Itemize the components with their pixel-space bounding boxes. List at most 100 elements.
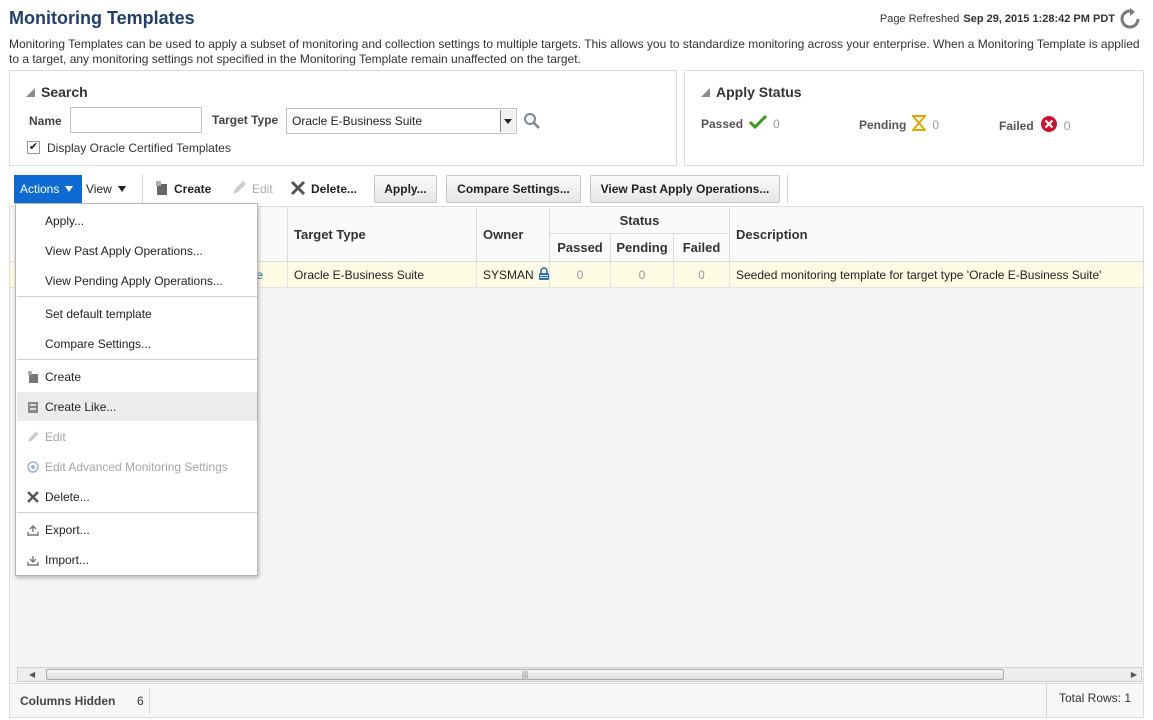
- edit-label: Edit: [252, 182, 273, 196]
- lock-icon: [538, 266, 550, 284]
- column-header-owner[interactable]: Owner: [477, 207, 550, 262]
- total-rows: Total Rows: 1: [1058, 691, 1131, 705]
- pending-label: Pending: [859, 117, 907, 132]
- menu-item-label: Delete...: [45, 489, 90, 504]
- menu-item-label: View Pending Apply Operations...: [45, 273, 223, 288]
- menu-item-label: Export...: [45, 522, 90, 537]
- edit-button[interactable]: Edit: [231, 175, 273, 203]
- target-type-select[interactable]: Oracle E-Business Suite: [286, 108, 517, 134]
- actions-label: Actions: [20, 182, 60, 196]
- x-icon: [26, 490, 40, 504]
- view-past-apply-operations-button[interactable]: View Past Apply Operations...: [590, 175, 780, 203]
- menu-item-compare-settings[interactable]: Compare Settings...: [17, 329, 257, 358]
- apply-button[interactable]: Apply...: [374, 175, 437, 203]
- search-panel: Search Name Target Type Oracle E-Busines…: [9, 70, 677, 166]
- pencil-icon: [26, 430, 40, 444]
- passed-count[interactable]: 0: [773, 117, 780, 131]
- menu-item-label: Apply...: [45, 213, 85, 228]
- menu-item-delete[interactable]: Delete...: [17, 482, 257, 511]
- name-label: Name: [29, 114, 62, 128]
- collapse-triangle-icon: [701, 87, 710, 97]
- intro-text: Monitoring Templates can be used to appl…: [9, 37, 1140, 66]
- menu-item-import[interactable]: Import...: [17, 545, 257, 574]
- menu-item-label: Edit Advanced Monitoring Settings: [45, 459, 228, 474]
- column-header-status: Status: [550, 207, 730, 234]
- apply-status-header[interactable]: Apply Status: [701, 84, 802, 100]
- passed-label: Passed: [701, 116, 744, 131]
- horizontal-scrollbar[interactable]: ◀ ||| ▶: [17, 667, 1142, 682]
- menu-item-create-like[interactable]: Create Like...: [17, 392, 257, 421]
- dropdown-arrow-icon[interactable]: [500, 110, 515, 132]
- menu-divider: [17, 359, 257, 360]
- column-header-passed[interactable]: Passed: [550, 234, 611, 262]
- error-circle-icon: [1040, 115, 1058, 136]
- row-pending[interactable]: 0: [611, 262, 674, 288]
- toolbar: Actions View Create Edit Delete... Apply…: [9, 171, 1144, 207]
- menu-item-label: Create: [45, 369, 82, 384]
- menu-item-apply[interactable]: Apply...: [17, 206, 257, 235]
- menu-item-set-default-template[interactable]: Set default template: [17, 299, 257, 328]
- page-title: Monitoring Templates: [9, 8, 195, 28]
- view-label: View: [86, 182, 112, 196]
- delete-label: Delete...: [311, 182, 358, 196]
- row-owner: SYSMAN: [483, 268, 534, 282]
- create-icon: [155, 180, 169, 199]
- target-icon: [26, 460, 40, 474]
- column-header-pending[interactable]: Pending: [611, 234, 674, 262]
- delete-button[interactable]: Delete...: [290, 175, 357, 203]
- target-type-value: Oracle E-Business Suite: [292, 114, 423, 128]
- name-input[interactable]: [70, 107, 202, 133]
- column-header-target-type[interactable]: Target Type: [288, 207, 477, 262]
- column-header-failed[interactable]: Failed: [674, 234, 730, 262]
- menu-item-create[interactable]: Create: [17, 362, 257, 391]
- footer-divider: [149, 688, 150, 714]
- compare-settings-button[interactable]: Compare Settings...: [446, 175, 581, 203]
- search-icon[interactable]: [522, 111, 542, 131]
- chevron-down-icon: [65, 186, 74, 192]
- search-header[interactable]: Search: [26, 84, 88, 100]
- refresh-icon[interactable]: [1119, 8, 1141, 30]
- footer-divider: [1046, 684, 1047, 718]
- menu-item-label: View Past Apply Operations...: [45, 243, 203, 258]
- row-description: Seeded monitoring template for target ty…: [736, 268, 1102, 282]
- hourglass-icon: [911, 115, 928, 134]
- certified-checkbox[interactable]: ✔: [27, 141, 40, 154]
- menu-item-edit-advanced-monitoring[interactable]: Edit Advanced Monitoring Settings: [17, 452, 257, 481]
- menu-item-view-pending-apply[interactable]: View Pending Apply Operations...: [17, 266, 257, 295]
- row-passed[interactable]: 0: [550, 262, 611, 288]
- menu-item-label: Create Like...: [45, 399, 117, 414]
- x-icon: [290, 180, 306, 199]
- columns-hidden-value: 6: [137, 694, 144, 708]
- row-owner-cell: SYSMAN: [477, 262, 550, 288]
- passed-status: Passed 0: [701, 114, 780, 132]
- menu-item-view-past-apply[interactable]: View Past Apply Operations...: [17, 236, 257, 265]
- scroll-right-icon[interactable]: ▶: [1131, 670, 1137, 679]
- menu-divider: [17, 512, 257, 513]
- row-target-type: Oracle E-Business Suite: [288, 262, 477, 288]
- failed-status: Failed 0: [999, 115, 1070, 136]
- toolbar-divider: [787, 175, 788, 203]
- actions-menu-button[interactable]: Actions: [14, 175, 82, 203]
- create-button[interactable]: Create: [155, 175, 211, 203]
- certified-label: Display Oracle Certified Templates: [47, 141, 231, 155]
- chevron-down-icon: [117, 186, 126, 192]
- menu-item-label: Edit: [45, 429, 66, 444]
- page-refreshed: Page Refreshed Sep 29, 2015 1:28:42 PM P…: [880, 8, 1141, 30]
- scrollbar-thumb[interactable]: |||: [46, 669, 1004, 680]
- column-header-description[interactable]: Description: [730, 207, 1143, 262]
- pending-status: Pending 0: [859, 115, 939, 134]
- row-failed[interactable]: 0: [674, 262, 730, 288]
- scroll-left-icon[interactable]: ◀: [29, 670, 35, 679]
- menu-divider: [17, 296, 257, 297]
- menu-item-export[interactable]: Export...: [17, 515, 257, 544]
- view-menu-button[interactable]: View: [86, 175, 126, 203]
- table-footer: Columns Hidden 6 Total Rows: 1: [9, 684, 1144, 718]
- pending-count[interactable]: 0: [932, 118, 939, 132]
- create-icon: [26, 370, 40, 384]
- apply-status-panel: Apply Status Passed 0 Pending 0 Failed 0: [684, 70, 1144, 166]
- failed-count[interactable]: 0: [1064, 119, 1071, 133]
- menu-item-edit[interactable]: Edit: [17, 422, 257, 451]
- pencil-icon: [231, 180, 247, 199]
- page-refreshed-label: Page Refreshed: [879, 13, 960, 25]
- failed-label: Failed: [999, 118, 1034, 133]
